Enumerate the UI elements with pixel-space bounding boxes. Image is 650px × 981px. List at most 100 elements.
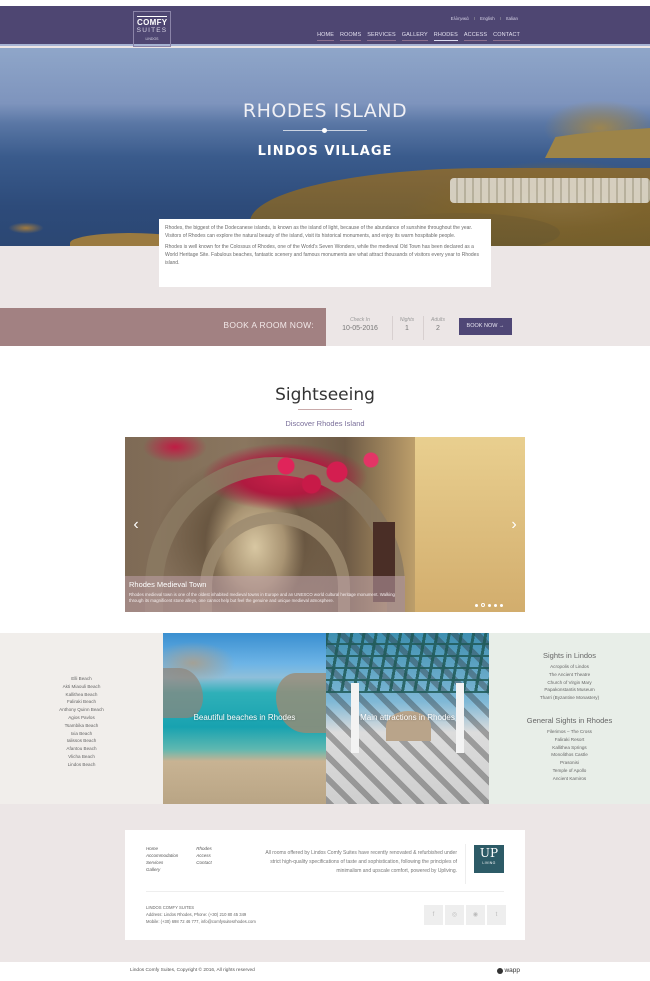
slide-title: Rhodes Medieval Town bbox=[129, 580, 207, 589]
adults-label: Adults bbox=[431, 317, 445, 323]
beach-item[interactable]: Ialissos Beach bbox=[0, 737, 163, 745]
beaches-tile-label: Beautiful beaches in Rhodes bbox=[193, 713, 296, 722]
sight-item[interactable]: Temple of Apollo bbox=[489, 767, 650, 775]
slider-dot[interactable] bbox=[488, 603, 491, 607]
footer-nav-link[interactable]: Home bbox=[146, 845, 178, 852]
footer-nav-link[interactable]: Gallery bbox=[146, 866, 178, 873]
footer-nav-link[interactable]: Accommodation bbox=[146, 852, 178, 859]
footer-nav-link[interactable]: Contact bbox=[196, 859, 212, 866]
address-line: Address: Lindos Rhodes, Phone: (+30) 210… bbox=[146, 912, 247, 917]
footer-nav-link[interactable]: Services bbox=[146, 859, 178, 866]
footer-nav: Home Accommodation Services Gallery Rhodes A… bbox=[146, 845, 212, 873]
brand-name: wapp bbox=[504, 967, 520, 974]
mobile-line: Mobile: (+30) 698 72 46 777, info@comfys… bbox=[146, 919, 256, 924]
nav-access[interactable]: ACCESS bbox=[463, 32, 488, 41]
sight-item[interactable]: Papakonstantis Museum bbox=[489, 686, 650, 694]
footer-nav-link[interactable]: Rhodes bbox=[196, 845, 212, 852]
sight-item[interactable]: Acropolis of Lindos bbox=[489, 663, 650, 671]
beach-item[interactable]: Anthony Quinn Beach bbox=[0, 706, 163, 714]
upliving-logo[interactable]: UP LIVING bbox=[474, 845, 504, 873]
beach-item[interactable]: Vlicha Beach bbox=[0, 753, 163, 761]
logo-line-3: LINDOS bbox=[145, 37, 159, 41]
book-now-button[interactable]: BOOK NOW → bbox=[459, 318, 512, 335]
slide-caption: Rhodes Medieval Town Rhodes medieval tow… bbox=[125, 576, 405, 612]
beach-item[interactable]: Afantou Beach bbox=[0, 745, 163, 753]
nav-home[interactable]: HOME bbox=[317, 32, 334, 41]
sight-item[interactable]: Faliraki Resort bbox=[489, 736, 650, 744]
beach-item[interactable]: Faliraki Beach bbox=[0, 698, 163, 706]
beach-item[interactable]: Elli Beach bbox=[0, 675, 163, 683]
sights-rhodes-title: General Sights in Rhodes bbox=[526, 715, 613, 725]
site-logo[interactable]: COMFY SUITES LINDOS bbox=[133, 11, 171, 47]
sight-item[interactable]: Tharri (Byzantine Monastery) bbox=[489, 694, 650, 702]
booking-bar: BOOK A ROOM NOW: Check In 10-05-2016 Nig… bbox=[0, 308, 650, 346]
slider-dot[interactable] bbox=[481, 603, 485, 607]
checkin-value: 10-05-2016 bbox=[342, 325, 378, 332]
facebook-icon[interactable]: f bbox=[424, 905, 443, 925]
booking-divider bbox=[392, 316, 393, 340]
slider-prev-arrow-icon[interactable]: ‹ bbox=[129, 515, 143, 535]
social-links: f ◎ ◉ t bbox=[424, 905, 506, 925]
footer-nav-column: Home Accommodation Services Gallery bbox=[146, 845, 178, 873]
sightseeing-divider bbox=[298, 409, 352, 410]
sightseeing-subtitle: Discover Rhodes Island bbox=[285, 419, 365, 428]
nights-field[interactable]: Nights 1 bbox=[396, 317, 418, 332]
nav-rooms[interactable]: ROOMS bbox=[339, 32, 362, 41]
beaches-tile[interactable]: Beautiful beaches in Rhodes bbox=[163, 633, 326, 804]
hero-banner: RHODES ISLAND LINDOS VILLAGE bbox=[0, 48, 650, 246]
language-switcher: Ελληνικά I English I Italian bbox=[451, 16, 518, 21]
booking-label: BOOK A ROOM NOW: bbox=[223, 320, 314, 330]
nights-label: Nights bbox=[399, 317, 415, 323]
footer-divider bbox=[465, 844, 466, 884]
beach-item[interactable]: Lindos Beach bbox=[0, 761, 163, 769]
booking-divider bbox=[423, 316, 424, 340]
slider-dot[interactable] bbox=[475, 603, 478, 607]
sight-item[interactable]: Filerimos – The Cross bbox=[489, 728, 650, 736]
footer-card: Home Accommodation Services Gallery Rhodes A… bbox=[125, 830, 525, 940]
beach-item[interactable]: Tsambika Beach bbox=[0, 722, 163, 730]
slider-dot[interactable] bbox=[494, 603, 497, 607]
company-name: LINDOS COMFY SUITES bbox=[146, 905, 195, 910]
attractions-tile[interactable]: Main attractions in Rhodes bbox=[326, 633, 489, 804]
booking-label-panel: BOOK A ROOM NOW: bbox=[0, 308, 326, 346]
lang-italian[interactable]: Italian bbox=[506, 16, 518, 21]
sight-item[interactable]: Church of Virgin Mary bbox=[489, 679, 650, 687]
hero-subtitle: LINDOS VILLAGE bbox=[257, 144, 393, 159]
beach-item[interactable]: Agios Pavlos bbox=[0, 714, 163, 722]
lang-english[interactable]: English bbox=[480, 16, 495, 21]
tile-rock bbox=[163, 668, 203, 718]
nav-services[interactable]: SERVICES bbox=[367, 32, 396, 41]
footer-address: LINDOS COMFY SUITES Address: Lindos Rhod… bbox=[146, 904, 256, 925]
slider-dot[interactable] bbox=[500, 603, 503, 607]
sight-item[interactable]: Prasonisi bbox=[489, 759, 650, 767]
slider-next-arrow-icon[interactable]: › bbox=[507, 515, 521, 535]
beach-list: Elli Beach Akti Miaouli Beach Kallithea Be… bbox=[0, 633, 163, 804]
lang-greek[interactable]: Ελληνικά bbox=[451, 16, 469, 21]
checkin-label: Check In bbox=[350, 317, 370, 323]
attractions-tile-label: Main attractions in Rhodes bbox=[360, 713, 455, 722]
developer-brand[interactable]: wapp bbox=[497, 967, 520, 974]
checkin-field[interactable]: Check In 10-05-2016 bbox=[338, 317, 382, 332]
instagram-icon[interactable]: ◎ bbox=[445, 905, 464, 925]
nav-contact[interactable]: CONTACT bbox=[493, 32, 520, 41]
adults-field[interactable]: Adults 2 bbox=[427, 317, 449, 332]
sight-item[interactable]: Ancient Kamiros bbox=[489, 775, 650, 783]
attractions-row: Elli Beach Akti Miaouli Beach Kallithea Be… bbox=[0, 633, 650, 804]
sight-item[interactable]: Monolithos Castle bbox=[489, 751, 650, 759]
lang-separator: I bbox=[499, 16, 501, 21]
sight-item[interactable]: Kallithea Springs bbox=[489, 744, 650, 752]
nav-gallery[interactable]: GALLERY bbox=[401, 32, 428, 41]
hero-village bbox=[450, 178, 650, 203]
beach-item[interactable]: Kallithea Beach bbox=[0, 691, 163, 699]
nav-rhodes[interactable]: RHODES bbox=[433, 32, 458, 41]
footer-nav-link[interactable]: Access bbox=[196, 852, 212, 859]
tripadvisor-icon[interactable]: ◉ bbox=[466, 905, 485, 925]
sights-lindos-items: Acropolis of Lindos The Ancient Theatre Ch… bbox=[489, 663, 650, 702]
beach-item[interactable]: Ixia Beach bbox=[0, 730, 163, 738]
bottom-bar: Lindos Comfy Suites, Copyright © 2016, A… bbox=[0, 962, 650, 981]
intro-box: Rhodes, the biggest of the Dodecanese is… bbox=[159, 219, 491, 287]
beach-item[interactable]: Akti Miaouli Beach bbox=[0, 683, 163, 691]
twitter-icon[interactable]: t bbox=[487, 905, 506, 925]
sightseeing-slider[interactable]: ‹ › Rhodes Medieval Town Rhodes medieval… bbox=[125, 437, 525, 612]
sight-item[interactable]: The Ancient Theatre bbox=[489, 671, 650, 679]
